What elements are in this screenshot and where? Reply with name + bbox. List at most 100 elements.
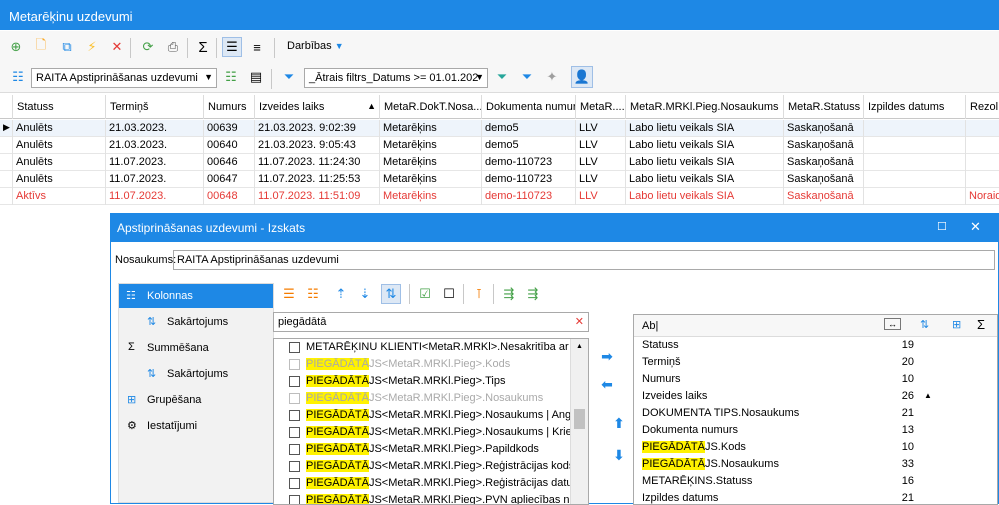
add-field-icon[interactable]: ⊺ (469, 284, 489, 304)
scroll-up-icon[interactable]: ▲ (576, 343, 583, 350)
sum-icon[interactable]: Σ (977, 317, 985, 332)
sum-icon[interactable]: Σ (193, 37, 213, 57)
column-header-created-time[interactable]: Izveides laiks ▲ (255, 95, 380, 119)
column-width[interactable]: 10 (844, 441, 914, 453)
selected-column-item[interactable]: Numurs 10 (634, 371, 989, 388)
selected-column-item[interactable]: METARĒĶINS.Statuss 16 (634, 473, 989, 490)
selected-column-item[interactable]: PIEGĀDĀTĀJS.Kods 10 (634, 439, 989, 456)
edit-view-icon[interactable]: ▤ (246, 67, 266, 87)
column-header-supplier-name[interactable]: MetaR.MRKl.Pieg.Nosaukums (626, 95, 784, 119)
available-column-item[interactable]: PIEGĀDĀTĀJS<MetaR.MRKl.Pieg>.Nosaukums |… (274, 407, 580, 424)
sort-icon[interactable]: ⇅ (920, 318, 929, 331)
selected-filter-input[interactable]: Ab| (642, 320, 658, 332)
print-icon[interactable]: ⎙ (163, 37, 183, 57)
column-checkbox[interactable] (289, 342, 300, 353)
selected-column-item[interactable]: Izpildes datums 21 (634, 490, 989, 504)
sort-desc-icon[interactable]: ⇣ (355, 284, 375, 304)
column-width[interactable]: 33 (844, 458, 914, 470)
move-left-button[interactable]: ⬅ (593, 373, 621, 395)
expand-tree-icon[interactable]: ☰ (279, 284, 299, 304)
table-row[interactable]: Anulēts 11.07.2023. 00647 11.07.2023. 11:25… (0, 171, 999, 188)
column-header-doc-number[interactable]: Dokumenta numurs (482, 95, 576, 119)
table-row[interactable]: ▶ Anulēts 21.03.2023. 00639 21.03.2023. 9:02… (0, 120, 999, 137)
add-all-columns-icon[interactable]: ⇶ (523, 284, 543, 304)
column-checkbox[interactable] (289, 393, 300, 404)
pin-icon[interactable]: ✦ (542, 67, 562, 87)
column-header-resolution[interactable]: Rezol... (966, 95, 999, 119)
available-column-item[interactable]: PIEGĀDĀTĀJS<MetaR.MRKl.Pieg>.Reģistrācij… (274, 458, 574, 475)
available-column-item[interactable]: METARĒĶINU KLIENTI<MetaR.MRKl>.Nesakritī… (274, 339, 588, 356)
selected-column-item[interactable]: DOKUMENTA TIPS.Nosaukums 21 (634, 405, 989, 422)
available-column-item[interactable]: PIEGĀDĀTĀJS<MetaR.MRKl.Pieg>.PVN apliecī… (274, 492, 588, 504)
add-columns-icon[interactable]: ⇶ (499, 284, 519, 304)
column-checkbox[interactable] (289, 444, 300, 455)
new-document-icon[interactable]: 🗋 (31, 37, 51, 57)
sort-asc-icon[interactable]: ⇡ (331, 284, 351, 304)
table-row[interactable]: Anulēts 11.07.2023. 00646 11.07.2023. 11:24… (0, 154, 999, 171)
actions-menu[interactable]: Darbības ▼ (287, 40, 344, 52)
table-row[interactable]: Aktīvs 11.07.2023. 00648 11.07.2023. 11:51:… (0, 188, 999, 205)
copy-icon[interactable]: ⧉ (57, 37, 77, 57)
column-header-completion-date[interactable]: Izpildes datums (864, 95, 966, 119)
column-checkbox[interactable] (289, 427, 300, 438)
column-header-meta-short[interactable]: MetaR.... (576, 95, 626, 119)
available-column-item[interactable]: PIEGĀDĀTĀJS<MetaR.MRKl.Pieg>.Tips (274, 373, 570, 390)
column-checkbox[interactable] (289, 478, 300, 489)
column-width[interactable]: 26 (844, 390, 914, 402)
column-header-status[interactable]: Statuss (13, 95, 106, 119)
filter-select[interactable]: _Ātrais filtrs_Datums >= 01.01.202 ▼ (304, 68, 488, 88)
available-column-item[interactable]: PIEGĀDĀTĀJS<MetaR.MRKl.Pieg>.Kods (274, 356, 570, 373)
collapse-tree-icon[interactable]: ☷ (303, 284, 323, 304)
column-width[interactable]: 10 (844, 373, 914, 385)
selected-column-item[interactable]: Termiņš 20 (634, 354, 989, 371)
column-width[interactable]: 19 (844, 339, 914, 351)
uncheck-all-icon[interactable]: ☐ (439, 284, 459, 304)
clear-search-icon[interactable]: ✕ (575, 315, 584, 328)
grouping-icon[interactable]: ⊞ (952, 318, 961, 331)
column-width[interactable]: 21 (844, 407, 914, 419)
filter-icon[interactable]: ⏷ (279, 67, 299, 87)
available-column-item[interactable]: PIEGĀDĀTĀJS<MetaR.MRKl.Pieg>.Nosaukums |… (274, 424, 583, 441)
sidebar-item-column-sorting[interactable]: ⇅ Sakārtojums (119, 310, 273, 334)
edit-filter-icon[interactable]: ⏷ (517, 67, 537, 87)
selected-column-item[interactable]: Dokumenta numurs 13 (634, 422, 989, 439)
list-view-icon[interactable]: ☰ (222, 37, 242, 57)
column-checkbox[interactable] (289, 376, 300, 387)
close-icon[interactable]: ✕ (970, 219, 981, 235)
available-column-item[interactable]: PIEGĀDĀTĀJS<MetaR.MRKl.Pieg>.Nosaukums (274, 390, 570, 407)
available-column-item[interactable]: PIEGĀDĀTĀJS<MetaR.MRKl.Pieg>.Papildkods (274, 441, 570, 458)
sort-toggle-icon[interactable]: ⇅ (381, 284, 401, 304)
column-width[interactable]: 13 (844, 424, 914, 436)
table-row[interactable]: Anulēts 21.03.2023. 00640 21.03.2023. 9:05:… (0, 137, 999, 154)
column-checkbox[interactable] (289, 410, 300, 421)
column-header-doc-type[interactable]: MetaR.DokT.Nosa... (380, 95, 482, 119)
refresh-icon[interactable]: ⟳ (138, 37, 158, 57)
scroll-thumb[interactable] (574, 409, 585, 429)
column-width[interactable]: 21 (844, 492, 914, 504)
selected-column-item[interactable]: Statuss 19 (634, 337, 989, 354)
move-down-button[interactable]: ⬇ (605, 444, 633, 466)
lightning-icon[interactable]: ⚡ (82, 37, 102, 57)
move-right-button[interactable]: ➡ (593, 345, 621, 367)
move-up-button[interactable]: ⬆ (605, 412, 633, 434)
column-header-meta-status[interactable]: MetaR.Statuss (784, 95, 864, 119)
selected-column-item[interactable]: Izveides laiks 26 ▲ (634, 388, 989, 405)
column-width[interactable]: 20 (844, 356, 914, 368)
width-icon[interactable]: ↔ (884, 318, 901, 330)
sidebar-item-sum-sorting[interactable]: ⇅ Sakārtojums (119, 362, 273, 386)
add-filter-icon[interactable]: ⏷ (492, 67, 512, 87)
column-search-input[interactable]: piegādātā ✕ (273, 312, 589, 332)
sidebar-item-columns[interactable]: ☷ Kolonnas (119, 284, 273, 308)
view-select[interactable]: RAITA Apstiprināšanas uzdevumi ▼ (31, 68, 217, 88)
indent-icon[interactable]: ≡ (247, 37, 267, 57)
sidebar-item-grouping[interactable]: ⊞ Grupēšana (119, 388, 273, 412)
check-all-icon[interactable]: ☑ (415, 284, 435, 304)
available-column-item[interactable]: PIEGĀDĀTĀJS<MetaR.MRKl.Pieg>.Reģistrācij… (274, 475, 587, 492)
maximize-icon[interactable]: ☐ (937, 220, 947, 233)
selected-column-item[interactable]: PIEGĀDĀTĀJS.Nosaukums 33 (634, 456, 989, 473)
user-filter-icon[interactable]: 👤 (571, 66, 593, 88)
column-header-number[interactable]: Numurs (204, 95, 255, 119)
available-scrollbar[interactable]: ▲ (570, 339, 588, 504)
new-icon[interactable]: ⊕ (6, 37, 26, 57)
delete-icon[interactable]: ✕ (107, 37, 127, 57)
